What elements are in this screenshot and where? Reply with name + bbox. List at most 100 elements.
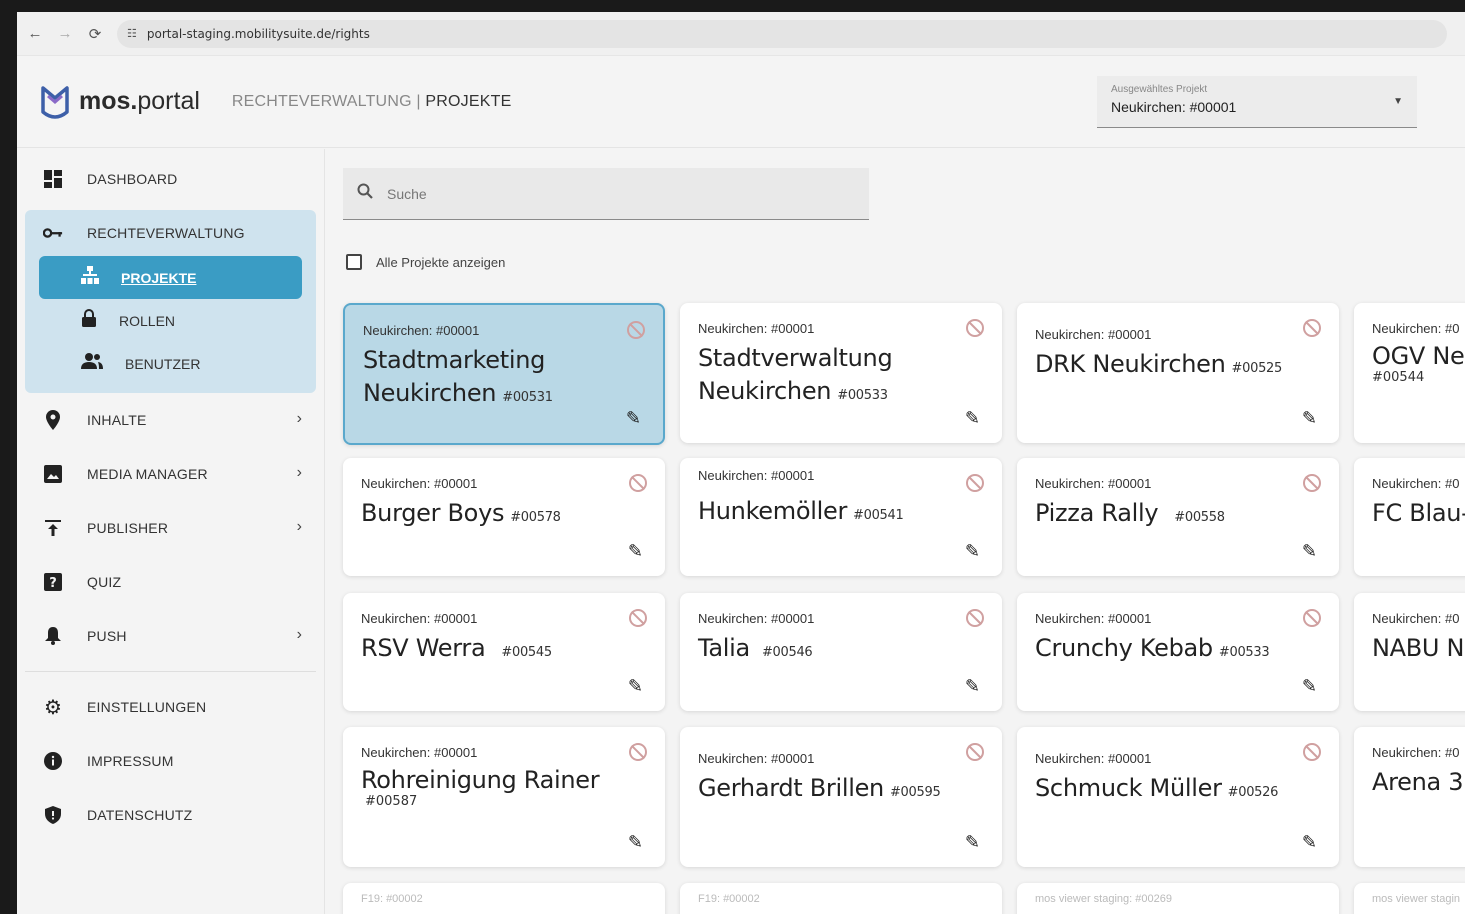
bell-icon	[43, 626, 63, 646]
browser-toolbar: ← → ⟳ ☷ portal-staging.mobilitysuite.de/…	[17, 12, 1465, 56]
project-card[interactable]: Neukirchen: #00001 Pizza Rally #00558 ✎	[1017, 458, 1339, 576]
project-card[interactable]: Neukirchen: #00001 Stadtmarketing Neukir…	[343, 303, 665, 445]
sidebar-item-impressum[interactable]: IMPRESSUM	[17, 734, 324, 788]
edit-icon[interactable]: ✎	[965, 676, 980, 697]
edit-icon[interactable]: ✎	[626, 408, 641, 429]
card-project: Neukirchen: #00001	[361, 745, 478, 760]
card-project: Neukirchen: #0	[1372, 611, 1460, 626]
card-code: #00546	[761, 645, 813, 660]
card-project: F19: #00002	[698, 893, 760, 905]
card-project: mos viewer staging: #00269	[1035, 893, 1172, 905]
mos-logo-icon	[41, 85, 69, 119]
card-title: Hunkemöller #00541	[698, 497, 904, 525]
project-card[interactable]: Neukirchen: #00001 Burger Boys #00578 ✎	[343, 458, 665, 576]
publish-icon	[43, 518, 63, 538]
dropdown-arrow-icon: ▼	[1393, 96, 1403, 107]
address-bar[interactable]: ☷ portal-staging.mobilitysuite.de/rights	[117, 19, 1447, 48]
card-project: Neukirchen: #0	[1372, 745, 1460, 760]
sidebar-item-push[interactable]: PUSH ›	[17, 609, 324, 663]
edit-icon[interactable]: ✎	[628, 676, 643, 697]
edit-icon[interactable]: ✎	[1302, 676, 1317, 697]
project-card[interactable]: Neukirchen: #00001 RSV Werra #00545 ✎	[343, 593, 665, 711]
image-icon	[43, 464, 63, 484]
rechte-group: RECHTEVERWALTUNG PROJEKTE ROLLEN BENUTZE…	[25, 210, 316, 393]
card-title: NABU N	[1372, 634, 1465, 662]
sidebar-item-rollen[interactable]: ROLLEN	[39, 299, 302, 342]
edit-icon[interactable]: ✎	[1302, 832, 1317, 853]
edit-icon[interactable]: ✎	[1302, 408, 1317, 429]
card-project: Neukirchen: #00001	[361, 611, 478, 626]
project-card[interactable]: mos viewer stagin	[1354, 883, 1465, 914]
project-card[interactable]: F19: #00002	[680, 883, 1002, 914]
card-code: #00533	[1218, 645, 1270, 660]
ban-icon[interactable]	[629, 743, 647, 761]
ban-icon[interactable]	[627, 321, 645, 339]
card-code: #00541	[853, 508, 904, 523]
project-card[interactable]: Neukirchen: #00001 Gerhardt Brillen #0059…	[680, 727, 1002, 867]
reload-icon[interactable]: ⟳	[87, 25, 103, 43]
card-project: Neukirchen: #0	[1372, 476, 1460, 491]
site-settings-icon[interactable]: ☷	[127, 27, 137, 40]
sidebar-item-einstellungen[interactable]: ⚙ EINSTELLUNGEN	[17, 680, 324, 734]
logo[interactable]: mos.portal	[39, 82, 200, 122]
edit-icon[interactable]: ✎	[1302, 541, 1317, 562]
ban-icon[interactable]	[966, 743, 984, 761]
checkbox[interactable]	[346, 254, 362, 270]
card-code: #00533	[837, 388, 888, 403]
project-card[interactable]: Neukirchen: #00001 Stadtverwaltung Neuki…	[680, 303, 1002, 443]
sidebar-item-inhalte[interactable]: INHALTE ›	[17, 393, 324, 447]
card-code: #00595	[889, 785, 941, 800]
sidebar-item-quiz[interactable]: ? QUIZ	[17, 555, 324, 609]
forward-icon[interactable]: →	[57, 25, 73, 42]
project-select[interactable]: Ausgewähltes Projekt Neukirchen: #00001 …	[1097, 76, 1417, 128]
search-field[interactable]	[343, 168, 869, 220]
ban-icon[interactable]	[1303, 609, 1321, 627]
edit-icon[interactable]: ✎	[628, 541, 643, 562]
ban-icon[interactable]	[629, 474, 647, 492]
ban-icon[interactable]	[1303, 319, 1321, 337]
users-icon	[81, 353, 103, 374]
card-title: DRK Neukirchen #00525	[1035, 350, 1282, 378]
sidebar-item-datenschutz[interactable]: DATENSCHUTZ	[17, 788, 324, 842]
project-card[interactable]: Neukirchen: #0 OGV Ne #00544	[1354, 303, 1465, 443]
project-card[interactable]: Neukirchen: #00001 Rohreinigung Rainer #…	[343, 727, 665, 867]
project-card[interactable]: Neukirchen: #00001 Crunchy Kebab #00533 ✎	[1017, 593, 1339, 711]
sidebar-item-publisher[interactable]: PUBLISHER ›	[17, 501, 324, 555]
ban-icon[interactable]	[1303, 743, 1321, 761]
project-card[interactable]: Neukirchen: #0 NABU N	[1354, 593, 1465, 711]
project-card[interactable]: Neukirchen: #0 FC Blau-	[1354, 458, 1465, 576]
ban-icon[interactable]	[629, 609, 647, 627]
sidebar-item-projekte[interactable]: PROJEKTE	[39, 256, 302, 299]
show-all-projects-checkbox[interactable]: Alle Projekte anzeigen	[346, 254, 505, 270]
ban-icon[interactable]	[966, 474, 984, 492]
sidebar-item-media-manager[interactable]: MEDIA MANAGER ›	[17, 447, 324, 501]
project-card[interactable]: F19: #00002	[343, 883, 665, 914]
edit-icon[interactable]: ✎	[965, 541, 980, 562]
back-icon[interactable]: ←	[27, 25, 43, 42]
show-all-label: Alle Projekte anzeigen	[376, 254, 506, 270]
project-card[interactable]: Neukirchen: #00001 Schmuck Müller #00526 …	[1017, 727, 1339, 867]
edit-icon[interactable]: ✎	[628, 832, 643, 853]
sitemap-icon	[81, 266, 99, 289]
ban-icon[interactable]	[966, 319, 984, 337]
lock-icon	[81, 309, 97, 332]
card-code: #00578	[510, 510, 561, 525]
project-card[interactable]: Neukirchen: #0 Arena 33	[1354, 727, 1465, 867]
edit-icon[interactable]: ✎	[965, 832, 980, 853]
project-card[interactable]: mos viewer staging: #00269	[1017, 883, 1339, 914]
svg-text:?: ?	[49, 576, 57, 591]
sidebar-item-dashboard[interactable]: DASHBOARD	[17, 152, 324, 206]
dashboard-icon	[43, 169, 63, 189]
card-project: Neukirchen: #00001	[361, 476, 478, 491]
quiz-icon: ?	[43, 572, 63, 592]
ban-icon[interactable]	[966, 609, 984, 627]
ban-icon[interactable]	[1303, 474, 1321, 492]
project-card[interactable]: Neukirchen: #00001 Hunkemöller #00541 ✎	[680, 458, 1002, 576]
project-card[interactable]: Neukirchen: #00001 DRK Neukirchen #00525 …	[1017, 303, 1339, 443]
sidebar-item-rechteverwaltung[interactable]: RECHTEVERWALTUNG	[25, 210, 316, 256]
sidebar-item-benutzer[interactable]: BENUTZER	[39, 342, 302, 385]
project-card[interactable]: Neukirchen: #00001 Talia #00546 ✎	[680, 593, 1002, 711]
search-input[interactable]	[387, 185, 847, 202]
edit-icon[interactable]: ✎	[965, 408, 980, 429]
card-code: #00544	[1372, 370, 1425, 385]
